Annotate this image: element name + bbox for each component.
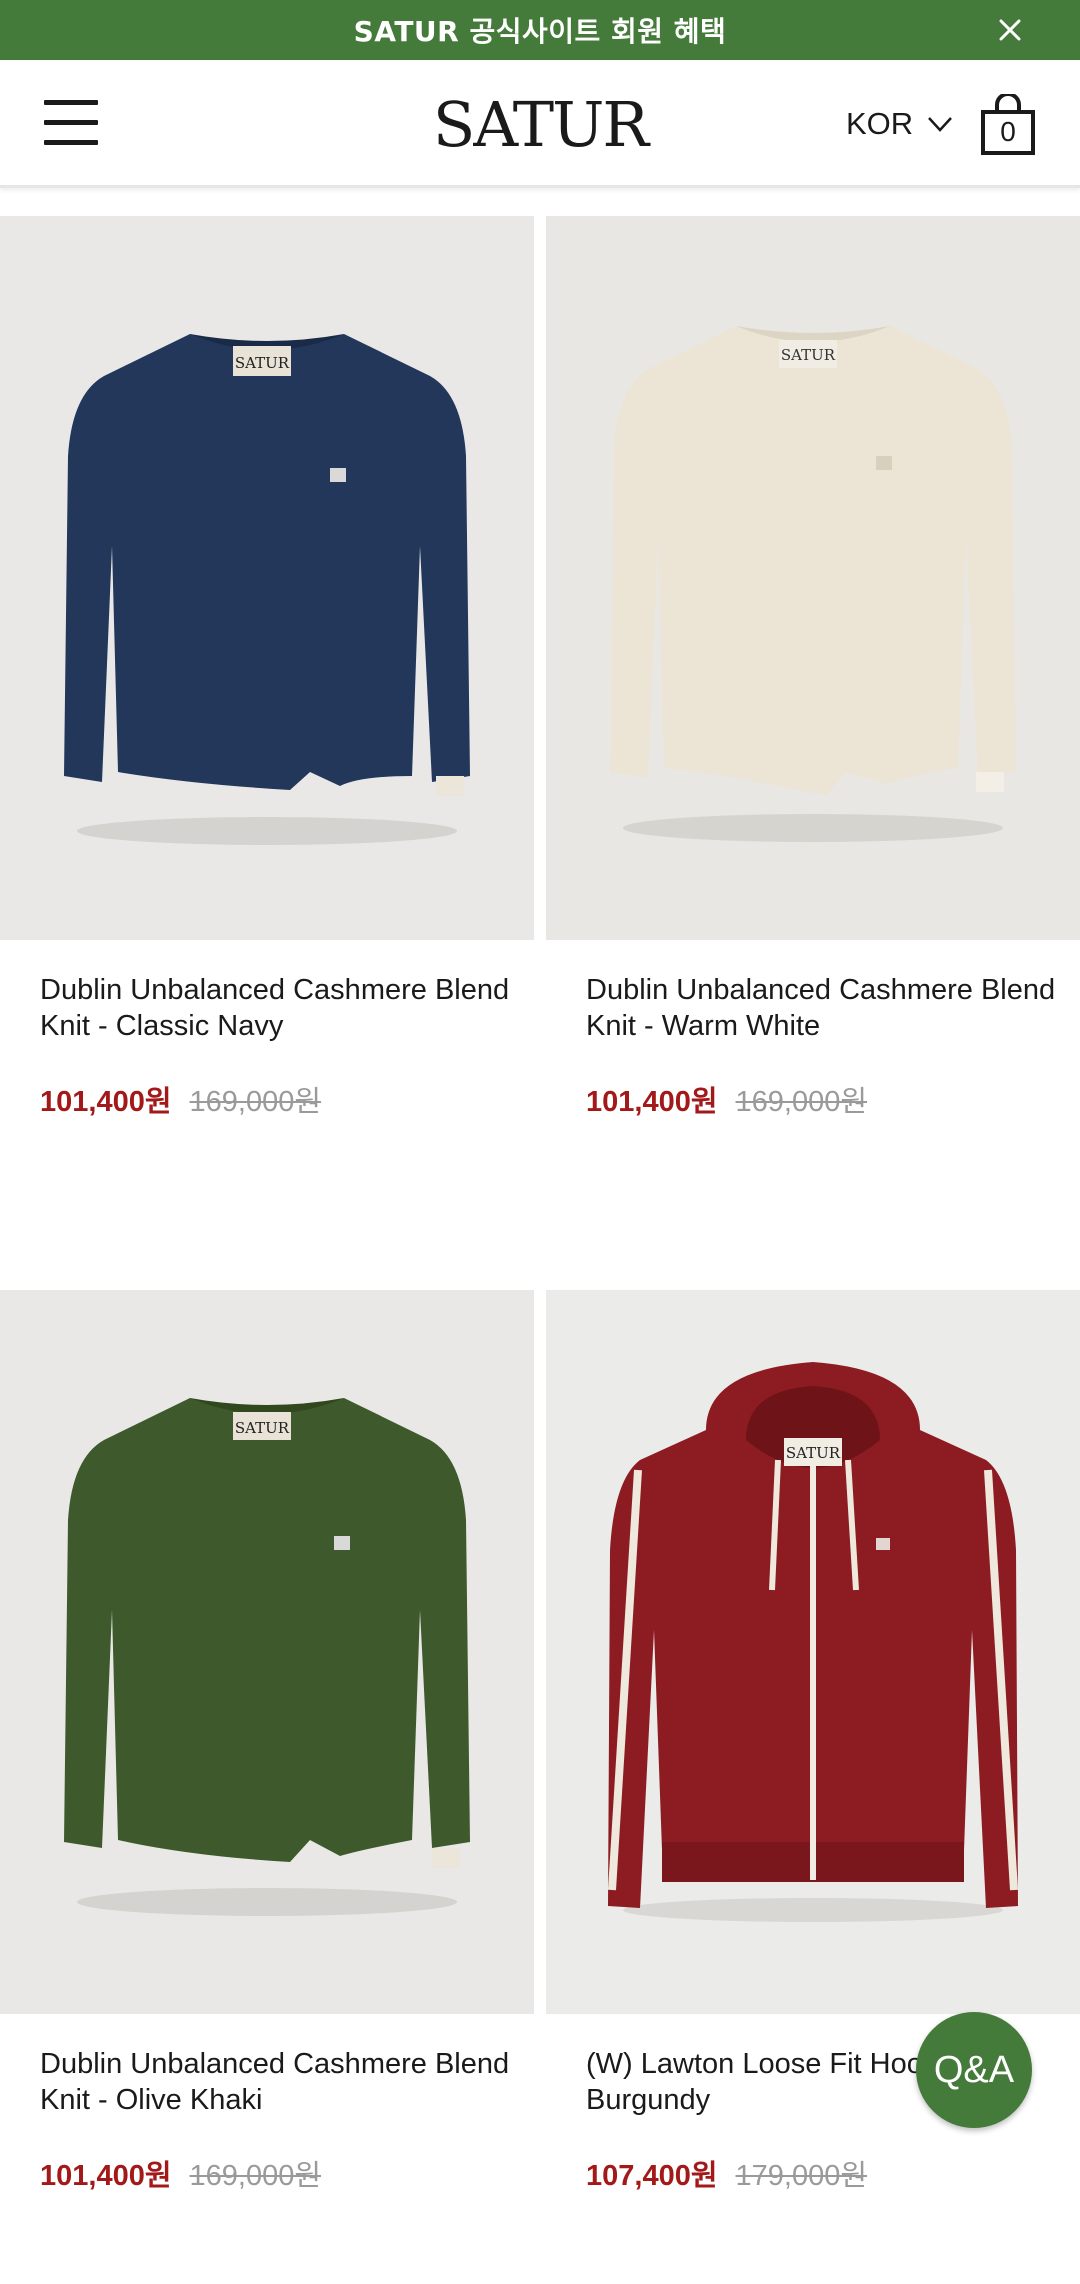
chevron-down-icon — [928, 117, 953, 132]
product-name[interactable]: Dublin Unbalanced Cashmere Blend Knit - … — [40, 2046, 520, 2118]
product-image[interactable]: SATUR — [0, 216, 534, 940]
shopping-bag-icon[interactable]: 0 — [980, 92, 1036, 156]
price-group: 101,400원 169,000원 — [40, 2152, 321, 2194]
price-group: 107,400원 179,000원 — [586, 2152, 867, 2194]
close-icon[interactable] — [994, 14, 1026, 46]
original-price: 169,000원 — [189, 2160, 322, 2192]
svg-text:SATUR: SATUR — [781, 346, 836, 364]
original-price: 169,000원 — [735, 1086, 868, 1118]
promo-text[interactable]: SATUR 공식사이트 회원 혜택 — [354, 10, 727, 50]
qa-button[interactable]: Q&A — [916, 2012, 1032, 2128]
language-selector[interactable]: KOR — [846, 104, 953, 144]
promo-banner[interactable]: SATUR 공식사이트 회원 혜택 — [0, 0, 1080, 60]
price-group: 101,400원 169,000원 — [40, 1078, 321, 1120]
original-price: 169,000원 — [189, 1086, 322, 1118]
svg-text:SATUR: SATUR — [786, 1444, 841, 1462]
price-group: 101,400원 169,000원 — [586, 1078, 867, 1120]
product-image[interactable]: SATUR — [0, 1290, 534, 2014]
hamburger-menu-icon[interactable] — [44, 100, 98, 146]
sale-price: 107,400원 — [586, 2160, 718, 2192]
product-name[interactable]: Dublin Unbalanced Cashmere Blend Knit - … — [40, 972, 520, 1044]
product-name[interactable]: Dublin Unbalanced Cashmere Blend Knit - … — [586, 972, 1066, 1044]
svg-text:SATUR: SATUR — [235, 1419, 290, 1437]
language-label: KOR — [846, 106, 914, 141]
product-image[interactable]: SATUR — [546, 216, 1080, 940]
svg-text:SATUR: SATUR — [235, 354, 290, 372]
product-image[interactable]: SATUR — [546, 1290, 1080, 2014]
cart-count: 0 — [1000, 116, 1016, 147]
original-price: 179,000원 — [735, 2160, 868, 2192]
sale-price: 101,400원 — [40, 1086, 172, 1118]
sale-price: 101,400원 — [40, 2160, 172, 2192]
site-header: SATUR KOR 0 — [0, 60, 1080, 188]
sale-price: 101,400원 — [586, 1086, 718, 1118]
logo-link[interactable]: SATUR — [433, 88, 649, 161]
